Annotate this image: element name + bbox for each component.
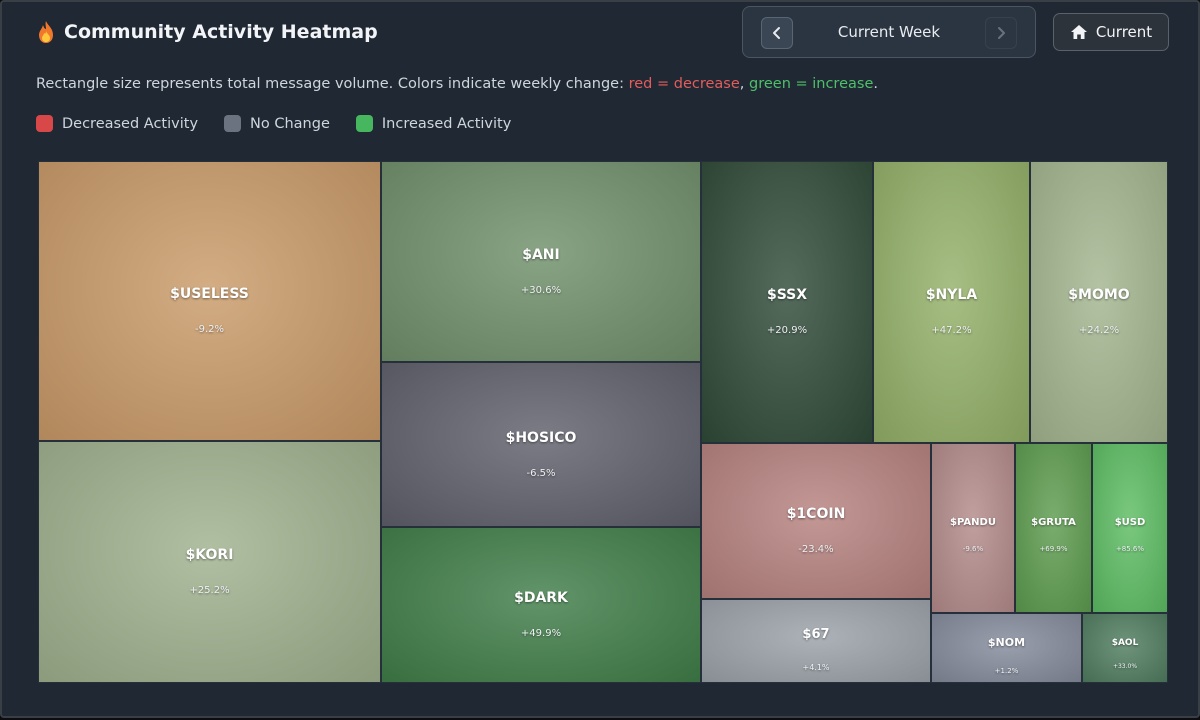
tile-dark[interactable]: $DARK +49.9%	[381, 527, 701, 683]
next-week-button[interactable]	[985, 17, 1017, 49]
current-week-label: Current Week	[837, 23, 941, 41]
activity-treemap: $USELESS -9.2% $ANI +30.6% $SSX +20.9% $NYLA +4…	[38, 161, 1168, 683]
tile-name: $ANI	[522, 247, 560, 263]
tile-ani[interactable]: $ANI +30.6%	[381, 161, 701, 362]
tile-change: +47.2%	[931, 325, 972, 336]
tile-nom[interactable]: $NOM +1.2%	[931, 613, 1082, 683]
tile-nyla[interactable]: $NYLA +47.2%	[873, 161, 1030, 443]
tile-change: +33.0%	[1112, 663, 1138, 670]
token-artwork	[1016, 444, 1091, 612]
tile-aol[interactable]: $AOL +33.0%	[1082, 613, 1168, 683]
tile-ssx[interactable]: $SSX +20.9%	[701, 161, 873, 443]
tile-67[interactable]: $67 +4.1%	[701, 599, 931, 683]
legend-label: Increased Activity	[381, 115, 512, 132]
tile-name: $67	[802, 627, 830, 642]
color-legend: Decreased Activity No Change Increased A…	[36, 115, 511, 132]
fire-icon	[36, 20, 56, 44]
tile-name: $1COIN	[786, 506, 846, 522]
tile-name: $NYLA	[925, 287, 978, 303]
tile-name: $GRUTA	[1031, 517, 1076, 528]
tile-pandu[interactable]: $PANDU -9.6%	[931, 443, 1015, 613]
week-navigator: Current Week	[742, 6, 1036, 58]
tile-change: -23.4%	[798, 544, 834, 555]
legend-label: No Change	[250, 115, 330, 132]
tile-name: $SSX	[766, 287, 808, 303]
token-artwork	[1093, 444, 1167, 612]
tile-useless[interactable]: $USELESS -9.2%	[38, 161, 381, 441]
current-button-label: Current	[1095, 23, 1153, 41]
legend-item-decreased: Decreased Activity	[36, 115, 198, 132]
page-title: Community Activity Heatmap	[36, 18, 378, 46]
tile-name: $PANDU	[950, 517, 996, 528]
description-suffix: .	[873, 76, 878, 92]
tile-name: $HOSICO	[505, 430, 577, 446]
tile-change: +24.2%	[1078, 325, 1120, 336]
tile-1coin[interactable]: $1COIN -23.4%	[701, 443, 931, 599]
current-week-button[interactable]: Current	[1053, 13, 1169, 51]
tile-name: $DARK	[514, 590, 568, 606]
tile-kori[interactable]: $KORI +25.2%	[38, 441, 381, 683]
page-title-text: Community Activity Heatmap	[64, 21, 378, 43]
legend-label: Decreased Activity	[62, 115, 199, 132]
tile-name: $KORI	[185, 547, 234, 563]
tile-change: +85.6%	[1115, 545, 1145, 553]
tile-name: $USD	[1114, 517, 1146, 528]
legend-item-increased: Increased Activity	[355, 115, 512, 132]
chevron-right-icon	[998, 27, 1005, 39]
tile-name: $MOMO	[1068, 287, 1130, 303]
tile-gruta[interactable]: $GRUTA +69.9%	[1015, 443, 1092, 613]
description-prefix: Rectangle size represents total message …	[36, 76, 629, 92]
tile-name: $USELESS	[170, 286, 249, 302]
tile-change: -6.5%	[526, 468, 556, 479]
tile-usd[interactable]: $USD +85.6%	[1092, 443, 1168, 613]
previous-week-button[interactable]	[761, 17, 793, 49]
description-text: Rectangle size represents total message …	[36, 76, 878, 92]
token-artwork	[932, 444, 1014, 612]
token-artwork	[1083, 614, 1167, 682]
tile-name: $AOL	[1111, 638, 1139, 648]
legend-swatch-green	[355, 115, 373, 132]
tile-change: +30.6%	[520, 285, 562, 296]
tile-momo[interactable]: $MOMO +24.2%	[1030, 161, 1168, 443]
tile-change: +20.9%	[766, 325, 808, 336]
home-icon	[1070, 25, 1087, 39]
tile-change: +25.2%	[189, 585, 230, 596]
tile-change: +4.1%	[802, 663, 830, 672]
description-red-legend: red = decrease	[628, 76, 740, 92]
app-window: Community Activity Heatmap Current Week …	[0, 0, 1200, 718]
tile-change: +1.2%	[994, 667, 1019, 675]
chevron-left-icon	[773, 27, 780, 39]
description-green-legend: green = increase	[749, 76, 874, 92]
legend-swatch-red	[36, 115, 53, 132]
tile-change: -9.6%	[962, 545, 984, 553]
tile-change: +49.9%	[520, 628, 562, 639]
tile-hosico[interactable]: $HOSICO -6.5%	[381, 362, 701, 527]
legend-swatch-gray	[224, 115, 242, 132]
legend-item-no-change: No Change	[224, 115, 330, 132]
description-separator: ,	[739, 76, 749, 92]
tile-change: -9.2%	[194, 324, 224, 335]
tile-name: $NOM	[987, 636, 1026, 649]
tile-change: +69.9%	[1039, 545, 1068, 553]
